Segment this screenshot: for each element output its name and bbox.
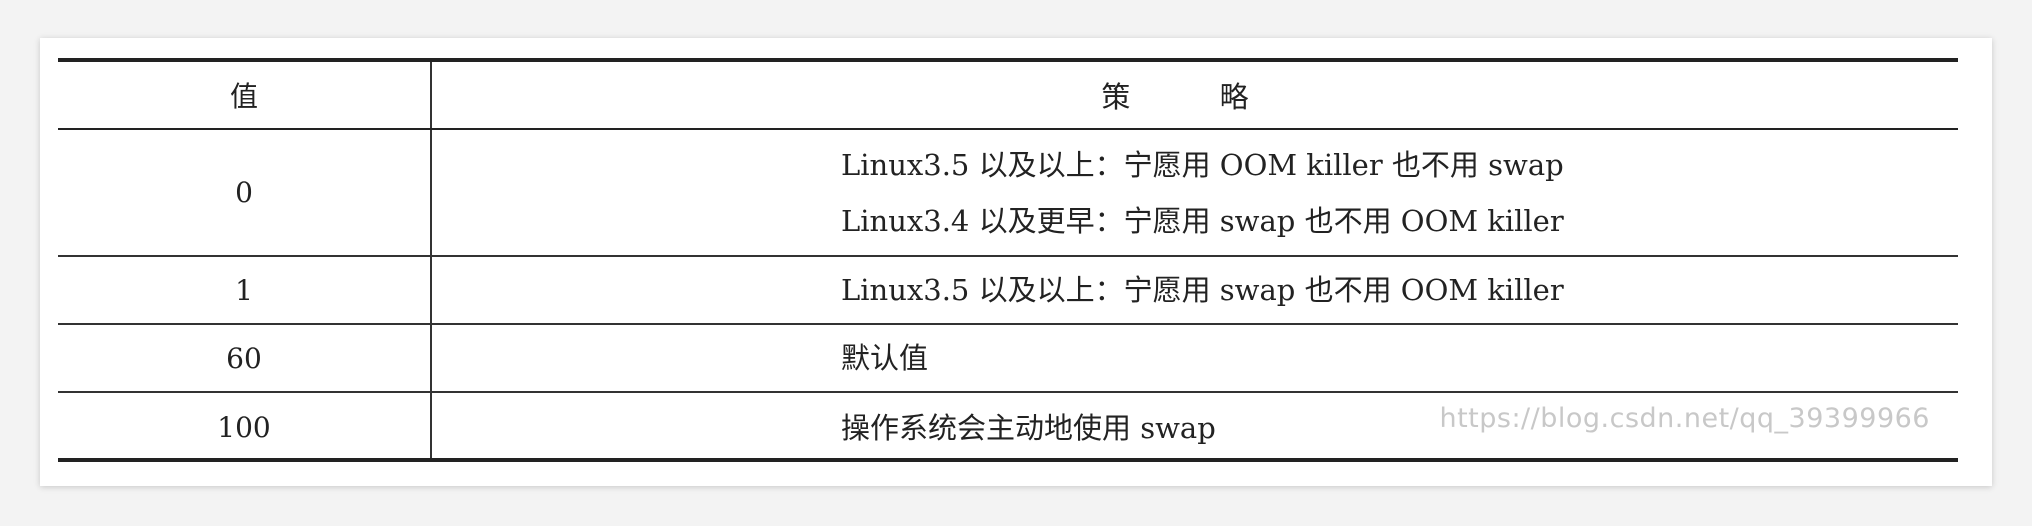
watermark-text: https://blog.csdn.net/qq_39399966 — [1439, 403, 1930, 434]
strategy-line: Linux3.5 以及以上：宁愿用 swap 也不用 OOM killer — [841, 273, 1564, 307]
row-value: 1 — [235, 273, 253, 307]
swappiness-table: 值 策 略 0 Linux3.5 以及以上：宁愿用 OOM killer 也不用… — [58, 58, 1958, 462]
strategy-line: Linux3.5 以及以上：宁愿用 OOM killer 也不用 swap — [841, 147, 1564, 182]
row-value: 0 — [235, 176, 253, 209]
row-value: 100 — [217, 411, 271, 444]
row-value: 60 — [226, 341, 262, 375]
table-card: 值 策 略 0 Linux3.5 以及以上：宁愿用 OOM killer 也不用… — [40, 38, 1992, 486]
table-row: 0 Linux3.5 以及以上：宁愿用 OOM killer 也不用 swap … — [58, 130, 1958, 257]
row-strategy: Linux3.5 以及以上：宁愿用 swap 也不用 OOM killer — [432, 257, 1958, 323]
table-row: 1 Linux3.5 以及以上：宁愿用 swap 也不用 OOM killer — [58, 257, 1958, 325]
table-row: 60 默认值 — [58, 325, 1958, 393]
row-strategy: Linux3.5 以及以上：宁愿用 OOM killer 也不用 swap Li… — [432, 130, 1958, 255]
table-header-row: 值 策 略 — [58, 62, 1958, 130]
row-strategy: 默认值 — [432, 325, 1958, 391]
strategy-line: Linux3.4 以及更早：宁愿用 swap 也不用 OOM killer — [841, 203, 1564, 238]
strategy-line: 默认值 — [841, 341, 929, 375]
header-strategy: 策 略 — [1101, 80, 1289, 114]
header-value: 值 — [229, 80, 258, 113]
